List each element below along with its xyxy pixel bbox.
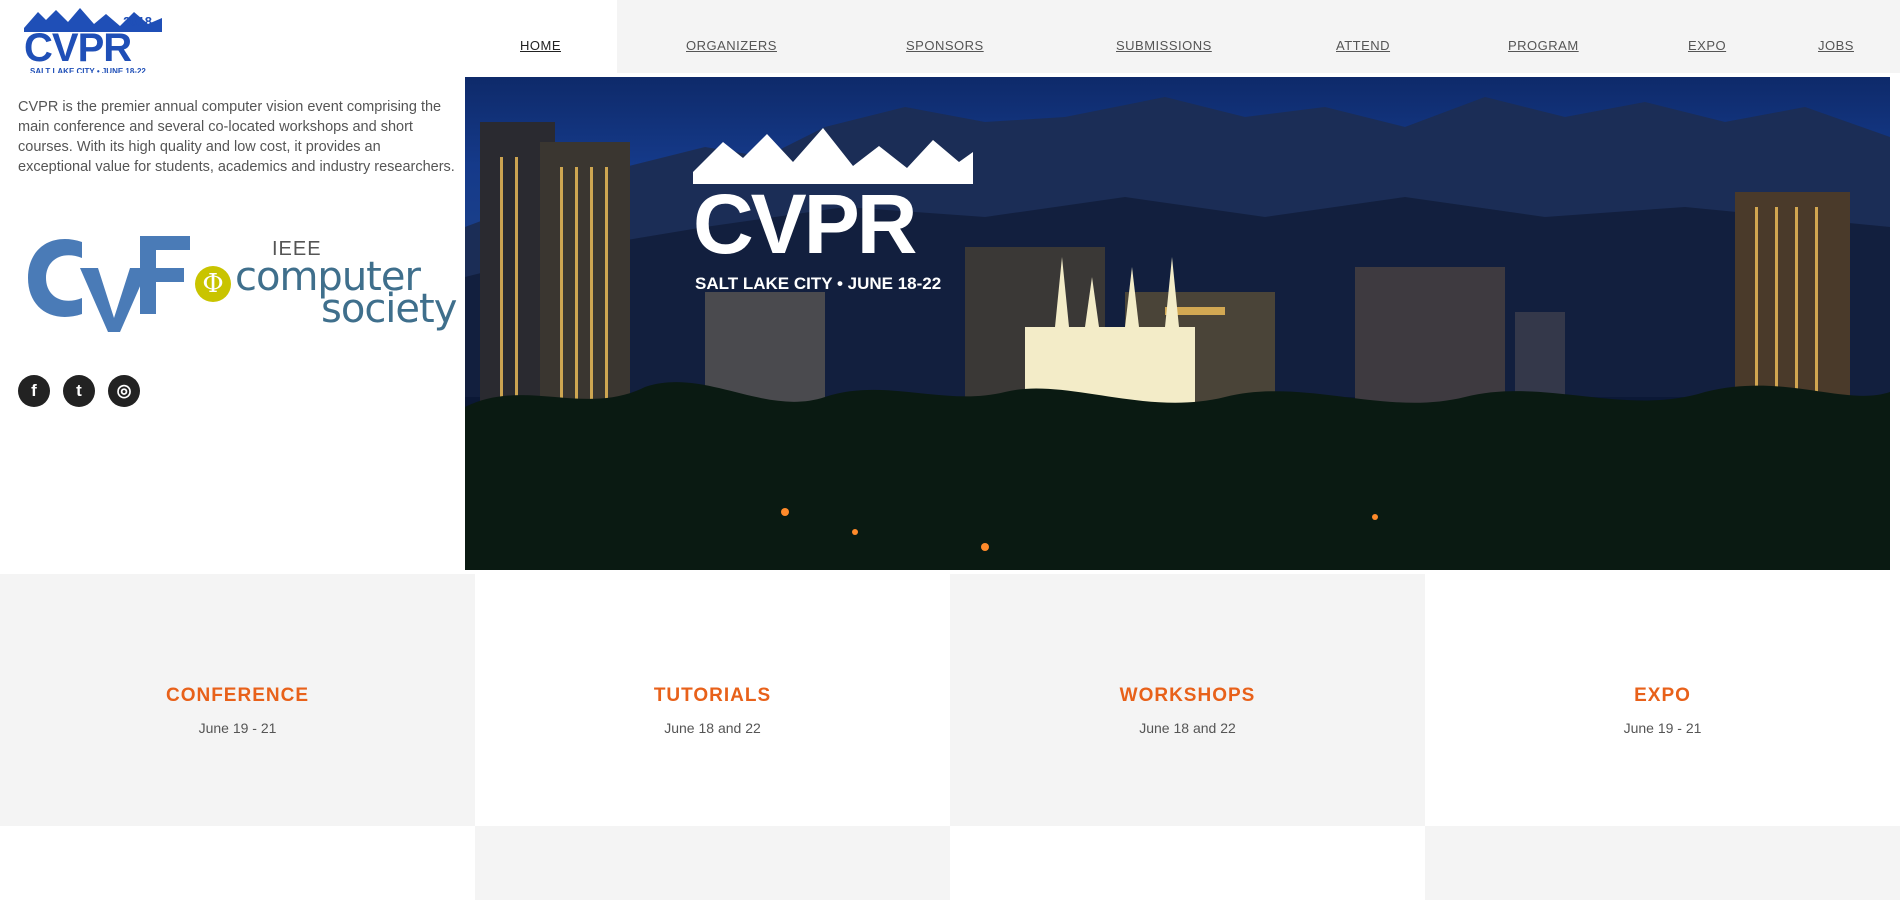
strip-cell — [950, 826, 1425, 900]
city-skyline-image — [465, 97, 1890, 570]
phi-icon: Φ — [195, 266, 231, 302]
hero-banner: 2018 CVPR SALT LAKE CITY • JUNE 18-22 — [465, 77, 1890, 570]
main-nav: HOME ORGANIZERS SPONSORS SUBMISSIONS ATT… — [0, 38, 1900, 54]
facebook-icon[interactable]: f — [18, 375, 50, 407]
card-title: WORKSHOPS — [1119, 685, 1256, 706]
nav-jobs[interactable]: JOBS — [1818, 38, 1854, 53]
card-conference[interactable]: CONFERENCE June 19 - 21 — [0, 574, 475, 826]
bottom-strip — [0, 826, 1900, 900]
hero-cvpr-logo: 2018 CVPR SALT LAKE CITY • JUNE 18-22 — [693, 122, 973, 302]
card-title: EXPO — [1634, 685, 1691, 706]
card-date: June 19 - 21 — [1623, 720, 1702, 736]
hero-year: 2018 — [907, 160, 961, 187]
cvf-logo[interactable] — [22, 228, 192, 333]
card-date: June 18 and 22 — [1139, 720, 1236, 736]
card-workshops[interactable]: WORKSHOPS June 18 and 22 — [950, 574, 1425, 826]
cvf-logo-icon — [28, 236, 190, 332]
card-tutorials[interactable]: TUTORIALS June 18 and 22 — [475, 574, 950, 826]
hero-mark: CVPR — [693, 177, 917, 271]
strip-cell — [1425, 826, 1900, 900]
computer-society-logo[interactable]: Φ computer society — [195, 254, 457, 332]
card-expo[interactable]: EXPO June 19 - 21 — [1425, 574, 1900, 826]
strip-cell — [475, 826, 950, 900]
nav-organizers[interactable]: ORGANIZERS — [686, 38, 777, 53]
nav-background — [617, 0, 1900, 73]
twitter-icon[interactable]: t — [63, 375, 95, 407]
hero-subtitle: SALT LAKE CITY • JUNE 18-22 — [695, 274, 942, 293]
cs-line2: society — [321, 286, 457, 332]
nav-attend[interactable]: ATTEND — [1336, 38, 1390, 53]
social-links: f t ◎ — [18, 375, 148, 407]
card-date: June 18 and 22 — [664, 720, 761, 736]
nav-expo[interactable]: EXPO — [1688, 38, 1726, 53]
card-title: TUTORIALS — [653, 685, 772, 706]
instagram-icon[interactable]: ◎ — [108, 375, 140, 407]
strip-cell — [0, 826, 475, 900]
nav-home[interactable]: HOME — [520, 38, 561, 53]
left-column: CVPR is the premier annual computer visi… — [0, 73, 463, 573]
nav-submissions[interactable]: SUBMISSIONS — [1116, 38, 1212, 53]
card-date: June 19 - 21 — [198, 720, 277, 736]
site-header: 2018 CVPR SALT LAKE CITY • JUNE 18-22 HO… — [0, 0, 1900, 76]
nav-sponsors[interactable]: SPONSORS — [906, 38, 984, 53]
card-title: CONFERENCE — [165, 685, 309, 706]
event-cards: CONFERENCE June 19 - 21 TUTORIALS June 1… — [0, 574, 1900, 826]
intro-text: CVPR is the premier annual computer visi… — [18, 99, 455, 175]
nav-program[interactable]: PROGRAM — [1508, 38, 1579, 53]
